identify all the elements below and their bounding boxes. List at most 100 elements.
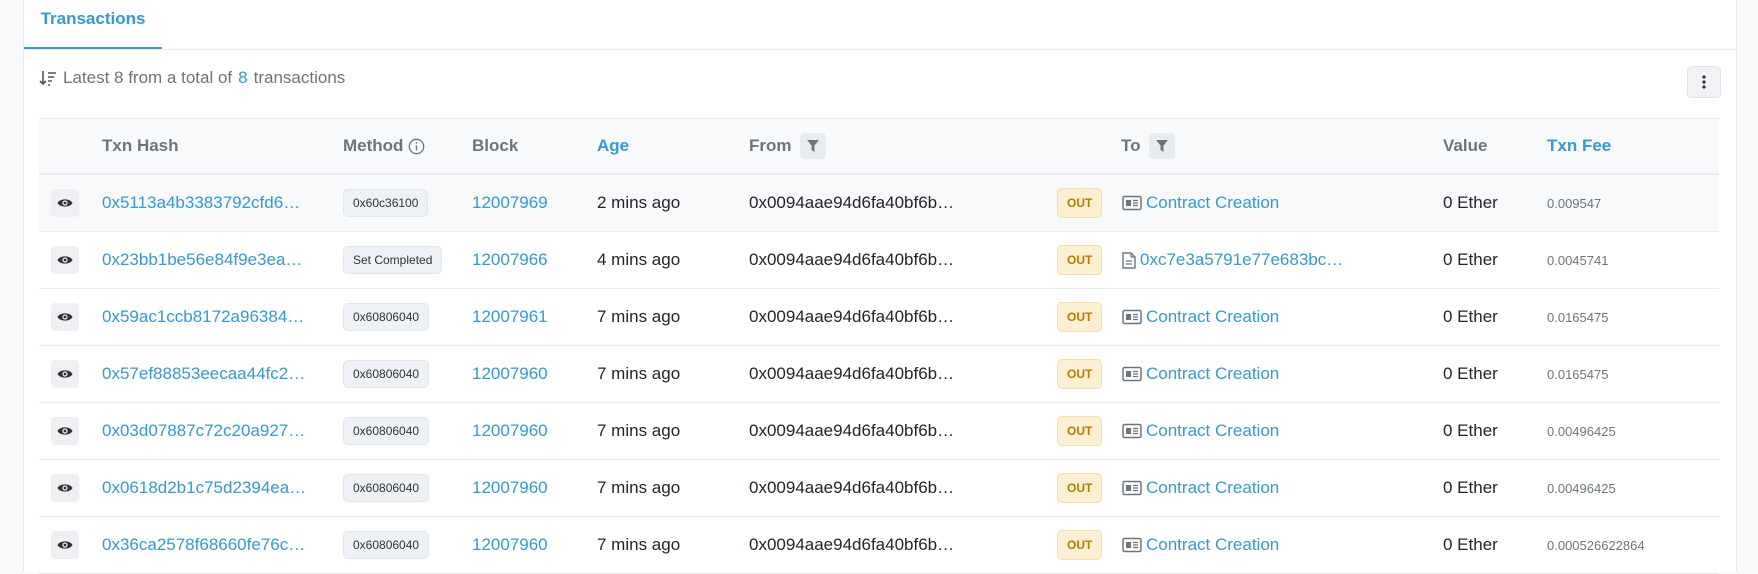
tab-transactions[interactable]: Transactions <box>24 0 162 49</box>
eye-icon <box>57 199 73 207</box>
direction-badge: OUT <box>1057 188 1103 218</box>
age-text: 2 mins ago <box>597 193 681 212</box>
block-link[interactable]: 12007969 <box>472 175 548 231</box>
value-text: 0 Ether <box>1443 193 1498 212</box>
direction-badge: OUT <box>1057 359 1103 389</box>
view-details-button[interactable] <box>51 531 79 559</box>
header-method-label: Method <box>343 136 404 155</box>
value-text: 0 Ether <box>1443 421 1498 440</box>
txn-hash-link[interactable]: 0x0618d2b1c75d2394ea… <box>102 460 306 516</box>
to-link[interactable]: Contract Creation <box>1146 307 1279 327</box>
block-link[interactable]: 12007960 <box>472 346 548 402</box>
from-address[interactable]: 0x0094aae94d6fa40bf6b… <box>749 460 954 516</box>
txn-fee-text: 0.0165475 <box>1547 366 1609 382</box>
direction-badge: OUT <box>1057 473 1103 503</box>
header-method: Method <box>343 119 425 173</box>
age-text: 4 mins ago <box>597 250 681 269</box>
to-cell: Contract Creation <box>1122 460 1279 516</box>
to-cell: Contract Creation <box>1122 517 1279 573</box>
from-address[interactable]: 0x0094aae94d6fa40bf6b… <box>749 175 954 231</box>
vertical-dots-icon <box>1702 75 1706 89</box>
block-link[interactable]: 12007966 <box>472 232 548 288</box>
table-row: 0x5113a4b3383792cfd6… 0x60c36100 1200796… <box>39 175 1719 232</box>
txn-hash-link[interactable]: 0x59ac1ccb8172a96384… <box>102 289 304 345</box>
eye-icon <box>57 256 73 264</box>
view-details-button[interactable] <box>51 474 79 502</box>
header-value: Value <box>1443 136 1488 155</box>
to-cell: 0xc7e3a5791e77e683bc… <box>1122 232 1343 288</box>
eye-icon <box>57 370 73 378</box>
to-link[interactable]: Contract Creation <box>1146 364 1279 384</box>
to-link[interactable]: Contract Creation <box>1146 535 1279 555</box>
to-cell: Contract Creation <box>1122 289 1279 345</box>
eye-icon <box>57 541 73 549</box>
value-text: 0 Ether <box>1443 250 1498 269</box>
block-link[interactable]: 12007960 <box>472 460 548 516</box>
view-details-button[interactable] <box>51 417 79 445</box>
txn-hash-link[interactable]: 0x5113a4b3383792cfd6… <box>102 175 300 231</box>
contract-creation-icon <box>1122 195 1142 211</box>
age-text: 7 mins ago <box>597 421 681 440</box>
info-circle-icon[interactable] <box>408 138 425 155</box>
table-row: 0x36ca2578f68660fe76c… 0x60806040 120079… <box>39 517 1719 574</box>
txn-fee-text: 0.0165475 <box>1547 309 1609 325</box>
to-cell: Contract Creation <box>1122 346 1279 402</box>
block-link[interactable]: 12007960 <box>472 517 548 573</box>
direction-badge: OUT <box>1057 302 1103 332</box>
header-txn-fee[interactable]: Txn Fee <box>1547 119 1611 173</box>
from-address[interactable]: 0x0094aae94d6fa40bf6b… <box>749 346 954 402</box>
from-address[interactable]: 0x0094aae94d6fa40bf6b… <box>749 403 954 459</box>
filter-icon <box>806 140 819 152</box>
block-link[interactable]: 12007960 <box>472 403 548 459</box>
view-details-button[interactable] <box>51 303 79 331</box>
sort-desc-icon <box>39 71 56 86</box>
contract-creation-icon <box>1122 423 1142 439</box>
method-badge: 0x60806040 <box>343 531 430 559</box>
block-link[interactable]: 12007961 <box>472 289 548 345</box>
age-text: 7 mins ago <box>597 307 681 326</box>
method-badge: 0x60806040 <box>343 303 430 331</box>
table-header: Txn Hash Method Block Age From To Value … <box>39 118 1719 175</box>
to-filter-button[interactable] <box>1148 133 1175 159</box>
txn-hash-link[interactable]: 0x36ca2578f68660fe76c… <box>102 517 305 573</box>
value-text: 0 Ether <box>1443 364 1498 383</box>
summary-suffix: transactions <box>253 68 346 87</box>
from-address[interactable]: 0x0094aae94d6fa40bf6b… <box>749 289 954 345</box>
to-cell: Contract Creation <box>1122 175 1279 231</box>
from-filter-button[interactable] <box>799 133 826 159</box>
contract-creation-icon <box>1122 309 1142 325</box>
from-address[interactable]: 0x0094aae94d6fa40bf6b… <box>749 517 954 573</box>
value-text: 0 Ether <box>1443 307 1498 326</box>
summary-count[interactable]: 8 <box>238 68 247 88</box>
view-details-button[interactable] <box>51 246 79 274</box>
summary-prefix: Latest 8 from a total of <box>63 68 233 87</box>
eye-icon <box>57 484 73 492</box>
view-details-button[interactable] <box>51 189 79 217</box>
table-row: 0x23bb1be56e84f9e3ea… Set Completed 1200… <box>39 232 1719 289</box>
to-link[interactable]: Contract Creation <box>1146 193 1279 213</box>
header-block: Block <box>472 136 519 155</box>
direction-badge: OUT <box>1057 416 1103 446</box>
txn-fee-text: 0.0045741 <box>1547 252 1609 268</box>
more-options-button[interactable] <box>1687 66 1721 98</box>
view-details-button[interactable] <box>51 360 79 388</box>
tab-bar: Transactions <box>24 0 1736 50</box>
eye-icon <box>57 313 73 321</box>
direction-badge: OUT <box>1057 245 1103 275</box>
method-badge: 0x60806040 <box>343 360 430 388</box>
value-text: 0 Ether <box>1443 478 1498 497</box>
txn-hash-link[interactable]: 0x57ef88853eecaa44fc2… <box>102 346 305 402</box>
txn-hash-link[interactable]: 0x23bb1be56e84f9e3ea… <box>102 232 302 288</box>
txn-hash-link[interactable]: 0x03d07887c72c20a927… <box>102 403 305 459</box>
age-text: 7 mins ago <box>597 478 681 497</box>
from-address[interactable]: 0x0094aae94d6fa40bf6b… <box>749 232 954 288</box>
to-link[interactable]: 0xc7e3a5791e77e683bc… <box>1140 250 1343 270</box>
transactions-table: Txn Hash Method Block Age From To Value … <box>39 118 1719 574</box>
header-from-label: From <box>749 136 792 155</box>
to-link[interactable]: Contract Creation <box>1146 421 1279 441</box>
txn-fee-text: 0.009547 <box>1547 195 1602 211</box>
txn-fee-text: 0.00496425 <box>1547 423 1616 439</box>
header-age[interactable]: Age <box>597 119 629 173</box>
contract-creation-icon <box>1122 537 1142 553</box>
to-link[interactable]: Contract Creation <box>1146 478 1279 498</box>
